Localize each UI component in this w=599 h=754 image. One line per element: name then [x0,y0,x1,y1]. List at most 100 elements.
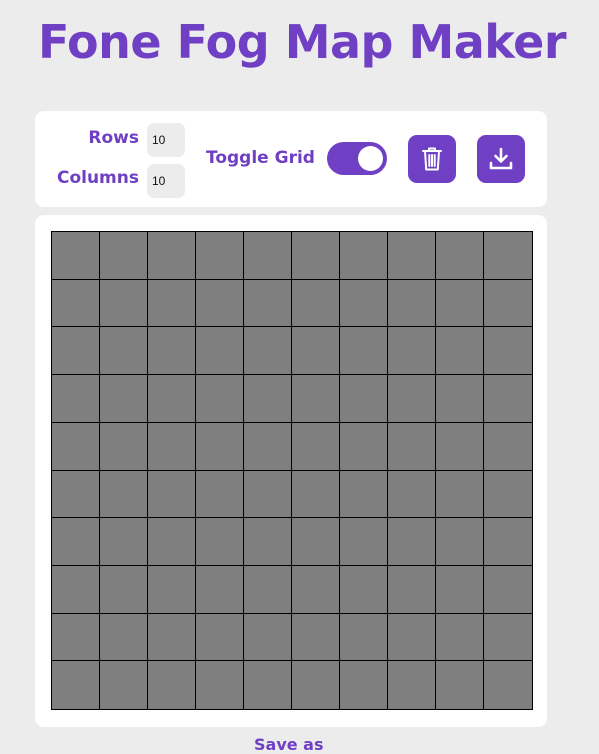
fog-cell[interactable] [196,327,244,376]
fog-cell[interactable] [52,518,100,566]
fog-cell[interactable] [244,470,292,519]
fog-cell[interactable] [388,470,436,519]
fog-cell[interactable] [52,232,100,280]
fog-cell[interactable] [436,422,484,471]
rows-input[interactable] [147,123,185,157]
fog-cell[interactable] [484,613,532,662]
fog-cell[interactable] [244,375,292,423]
fog-cell[interactable] [196,422,244,471]
fog-cell[interactable] [388,518,436,566]
fog-cell[interactable] [292,327,340,376]
fog-cell[interactable] [388,661,436,709]
fog-cell[interactable] [244,613,292,662]
fog-cell[interactable] [244,565,292,614]
fog-cell[interactable] [100,470,148,519]
fog-cell[interactable] [340,518,388,566]
fog-cell[interactable] [148,279,196,328]
fog-cell[interactable] [388,232,436,280]
fog-cell[interactable] [52,661,100,709]
fog-cell[interactable] [244,279,292,328]
fog-cell[interactable] [292,279,340,328]
fog-cell[interactable] [292,613,340,662]
fog-cell[interactable] [436,232,484,280]
fog-cell[interactable] [292,375,340,423]
fog-cell[interactable] [484,661,532,709]
fog-cell[interactable] [484,232,532,280]
fog-cell[interactable] [52,375,100,423]
fog-cell[interactable] [292,232,340,280]
fog-cell[interactable] [100,232,148,280]
fog-cell[interactable] [292,565,340,614]
fog-cell[interactable] [436,565,484,614]
fog-cell[interactable] [436,327,484,376]
fog-cell[interactable] [292,470,340,519]
fog-cell[interactable] [436,613,484,662]
fog-cell[interactable] [436,279,484,328]
fog-cell[interactable] [340,613,388,662]
fog-cell[interactable] [340,232,388,280]
fog-cell[interactable] [292,422,340,471]
fog-cell[interactable] [388,327,436,376]
fog-cell[interactable] [196,232,244,280]
fog-cell[interactable] [148,327,196,376]
fog-cell[interactable] [388,375,436,423]
fog-cell[interactable] [100,422,148,471]
fog-cell[interactable] [244,422,292,471]
fog-cell[interactable] [100,375,148,423]
fog-cell[interactable] [148,661,196,709]
fog-cell[interactable] [148,375,196,423]
fog-cell[interactable] [148,565,196,614]
fog-cell[interactable] [292,661,340,709]
fog-cell[interactable] [196,565,244,614]
fog-cell[interactable] [340,279,388,328]
fog-cell[interactable] [52,279,100,328]
fog-cell[interactable] [436,661,484,709]
fog-cell[interactable] [484,327,532,376]
fog-cell[interactable] [244,232,292,280]
fog-cell[interactable] [484,518,532,566]
fog-cell[interactable] [148,613,196,662]
fog-cell[interactable] [292,518,340,566]
fog-cell[interactable] [340,661,388,709]
fog-cell[interactable] [100,518,148,566]
fog-cell[interactable] [388,279,436,328]
fog-cell[interactable] [196,279,244,328]
fog-cell[interactable] [196,613,244,662]
fog-cell[interactable] [196,470,244,519]
fog-cell[interactable] [388,422,436,471]
fog-cell[interactable] [340,422,388,471]
fog-cell[interactable] [340,470,388,519]
fog-cell[interactable] [388,565,436,614]
fog-cell[interactable] [52,613,100,662]
fog-cell[interactable] [100,565,148,614]
fog-cell[interactable] [148,470,196,519]
fog-cell[interactable] [484,565,532,614]
fog-cell[interactable] [436,518,484,566]
fog-cell[interactable] [484,422,532,471]
fog-cell[interactable] [52,327,100,376]
download-button[interactable] [477,135,525,183]
fog-cell[interactable] [100,327,148,376]
fog-cell[interactable] [340,375,388,423]
fog-cell[interactable] [436,375,484,423]
fog-cell[interactable] [196,518,244,566]
clear-map-button[interactable] [408,135,456,183]
fog-cell[interactable] [100,279,148,328]
fog-cell[interactable] [244,518,292,566]
fog-cell[interactable] [196,661,244,709]
fog-cell[interactable] [484,279,532,328]
fog-cell[interactable] [196,375,244,423]
fog-cell[interactable] [436,470,484,519]
fog-cell[interactable] [148,422,196,471]
fog-cell[interactable] [244,661,292,709]
fog-cell[interactable] [52,565,100,614]
fog-cell[interactable] [100,613,148,662]
fog-cell[interactable] [148,232,196,280]
fog-cell[interactable] [244,327,292,376]
fog-map-grid[interactable] [51,231,533,710]
columns-input[interactable] [147,164,185,198]
fog-cell[interactable] [52,470,100,519]
fog-cell[interactable] [340,327,388,376]
fog-cell[interactable] [388,613,436,662]
fog-cell[interactable] [484,375,532,423]
